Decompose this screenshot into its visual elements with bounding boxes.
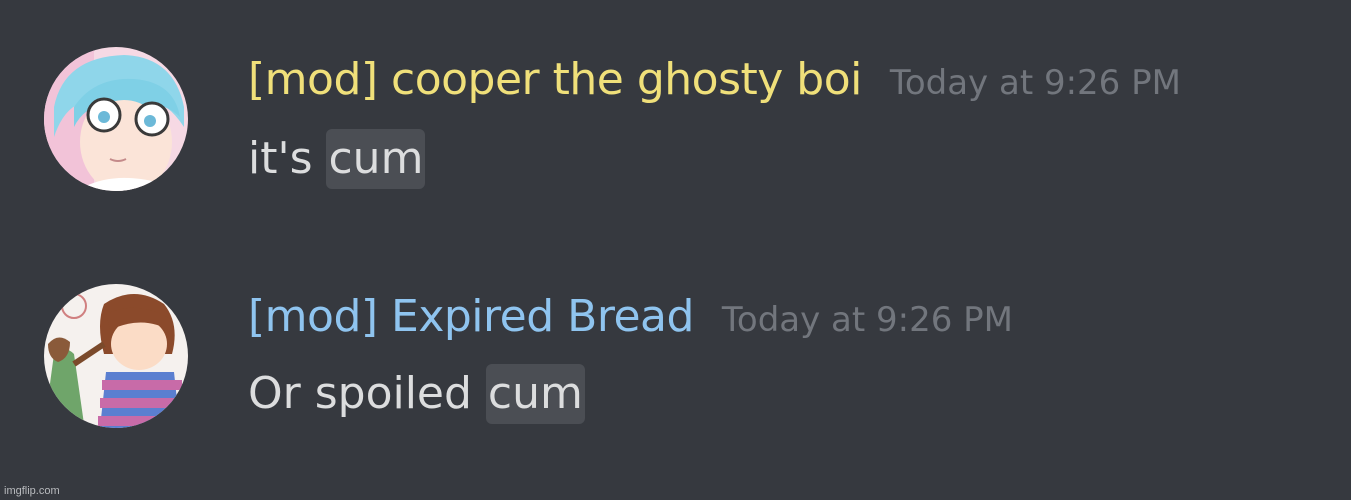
message-text: Or spoiled [248, 368, 486, 419]
spoiler-text[interactable]: cum [485, 364, 585, 424]
spoiler-text[interactable]: cum [326, 129, 426, 189]
user-avatar-icon [44, 284, 188, 428]
user-avatar-icon [44, 47, 188, 191]
message-text: it's [248, 133, 327, 184]
message-content: Or spoiled cum [248, 364, 585, 424]
avatar[interactable] [44, 47, 188, 191]
message-header: [mod] cooper the ghosty boi Today at 9:26… [248, 54, 1181, 105]
avatar[interactable] [44, 284, 188, 428]
imgflip-watermark: imgflip.com [4, 485, 60, 497]
timestamp[interactable]: Today at 9:26 PM [890, 63, 1181, 103]
timestamp[interactable]: Today at 9:26 PM [722, 300, 1013, 340]
message-content: it's cum [248, 129, 426, 189]
username[interactable]: [mod] cooper the ghosty boi [248, 54, 862, 105]
username[interactable]: [mod] Expired Bread [248, 291, 694, 342]
message-header: [mod] Expired Bread Today at 9:26 PM [248, 291, 1013, 342]
